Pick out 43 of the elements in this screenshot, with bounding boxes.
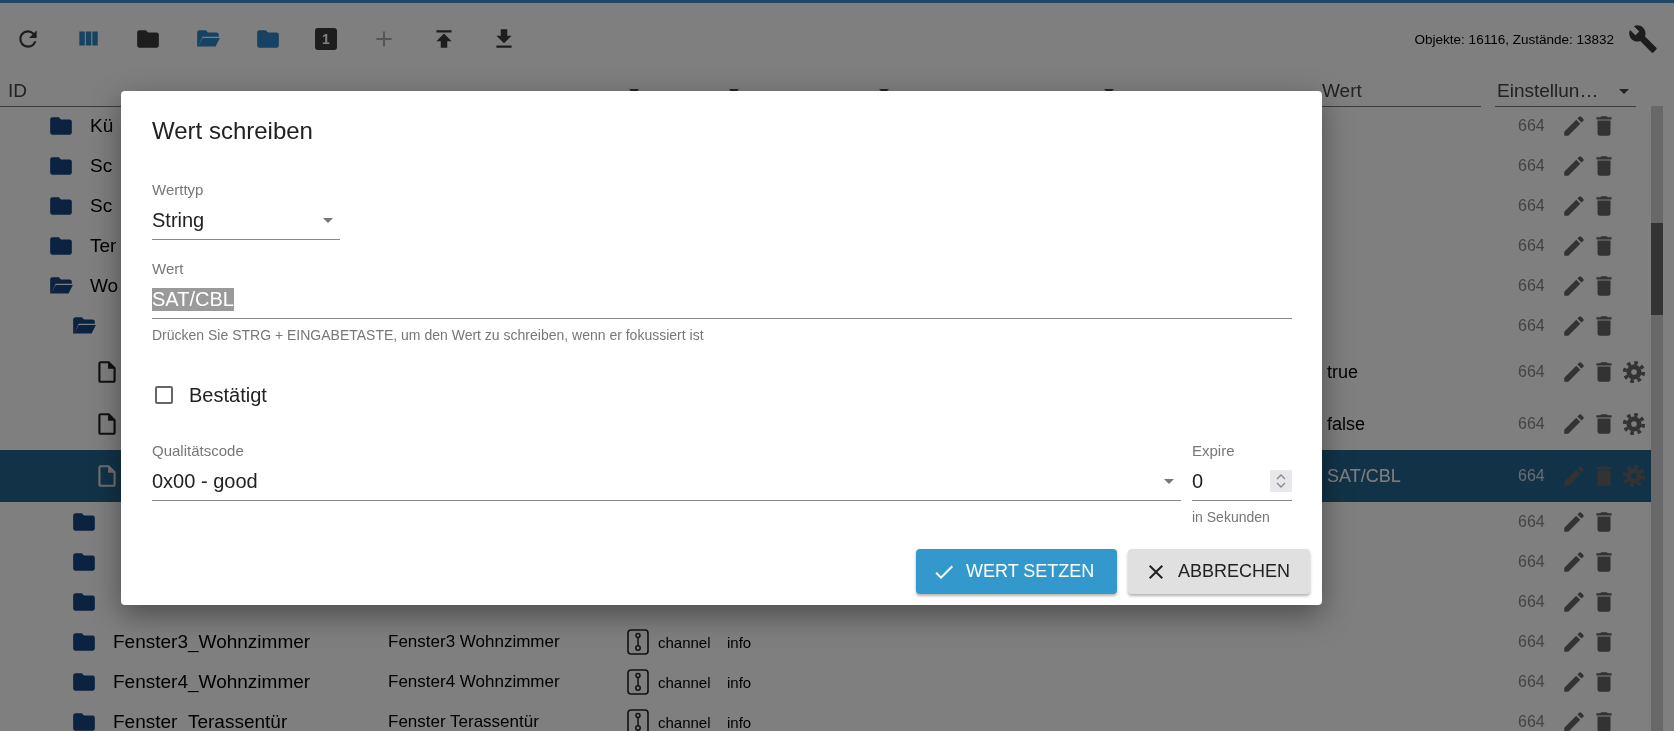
object-value: false bbox=[1326, 413, 1366, 435]
dialog-title: Wert schreiben bbox=[152, 117, 314, 145]
object-id: Wo bbox=[90, 275, 119, 297]
object-id: Fenster3_Wohnzimmer bbox=[113, 631, 311, 653]
object-value: SAT/CBL bbox=[1326, 465, 1401, 487]
object-name: Fenster Terassentür bbox=[387, 712, 539, 731]
acl-value: 664 bbox=[1518, 513, 1545, 531]
acl-value: 664 bbox=[1518, 157, 1545, 175]
object-id: Sc bbox=[90, 155, 113, 177]
helper-text: Drücken Sie STRG + EINGABETASTE, um den Wert zu schreiben, wenn er fokussiert ist bbox=[152, 327, 705, 343]
object-type: channel bbox=[658, 633, 711, 651]
object-type: channel bbox=[658, 673, 711, 691]
acl-value: 664 bbox=[1518, 363, 1545, 381]
acl-value: 664 bbox=[1518, 593, 1545, 611]
object-id: Kü bbox=[90, 115, 114, 137]
object-id: Fenster_Terassentür bbox=[113, 711, 288, 731]
acl-value: 664 bbox=[1518, 467, 1545, 485]
object-role: info bbox=[726, 633, 752, 651]
object-name: Fenster3 Wohnzimmer bbox=[387, 632, 560, 652]
field-label: Qualitätscode bbox=[152, 442, 245, 460]
object-name: Fenster4 Wohnzimmer bbox=[387, 672, 560, 692]
acl-value: 664 bbox=[1518, 415, 1545, 433]
object-id: Sc bbox=[90, 195, 113, 217]
acl-value: 664 bbox=[1518, 553, 1545, 571]
acl-value: 664 bbox=[1518, 673, 1545, 691]
acl-value: 664 bbox=[1518, 237, 1545, 255]
acl-value: 664 bbox=[1518, 197, 1545, 215]
object-id: Ter bbox=[90, 235, 117, 257]
helper-text: in Sekunden bbox=[1192, 509, 1271, 525]
acl-value: 664 bbox=[1518, 277, 1545, 295]
field-label: Expire bbox=[1192, 442, 1236, 460]
object-type: channel bbox=[658, 713, 711, 731]
field-label: Werttyp bbox=[152, 181, 205, 199]
object-role: info bbox=[726, 713, 752, 731]
object-value: true bbox=[1326, 361, 1359, 383]
object-counts: Objekte: 16116, Zustände: 13832 bbox=[1414, 31, 1614, 47]
object-id: Fenster4_Wohnzimmer bbox=[113, 671, 311, 693]
object-role: info bbox=[726, 673, 752, 691]
field-label: Wert bbox=[152, 260, 185, 278]
acl-value: 664 bbox=[1518, 317, 1545, 335]
acl-value: 664 bbox=[1518, 117, 1545, 135]
acl-value: 664 bbox=[1518, 713, 1545, 731]
acl-value: 664 bbox=[1518, 633, 1545, 651]
